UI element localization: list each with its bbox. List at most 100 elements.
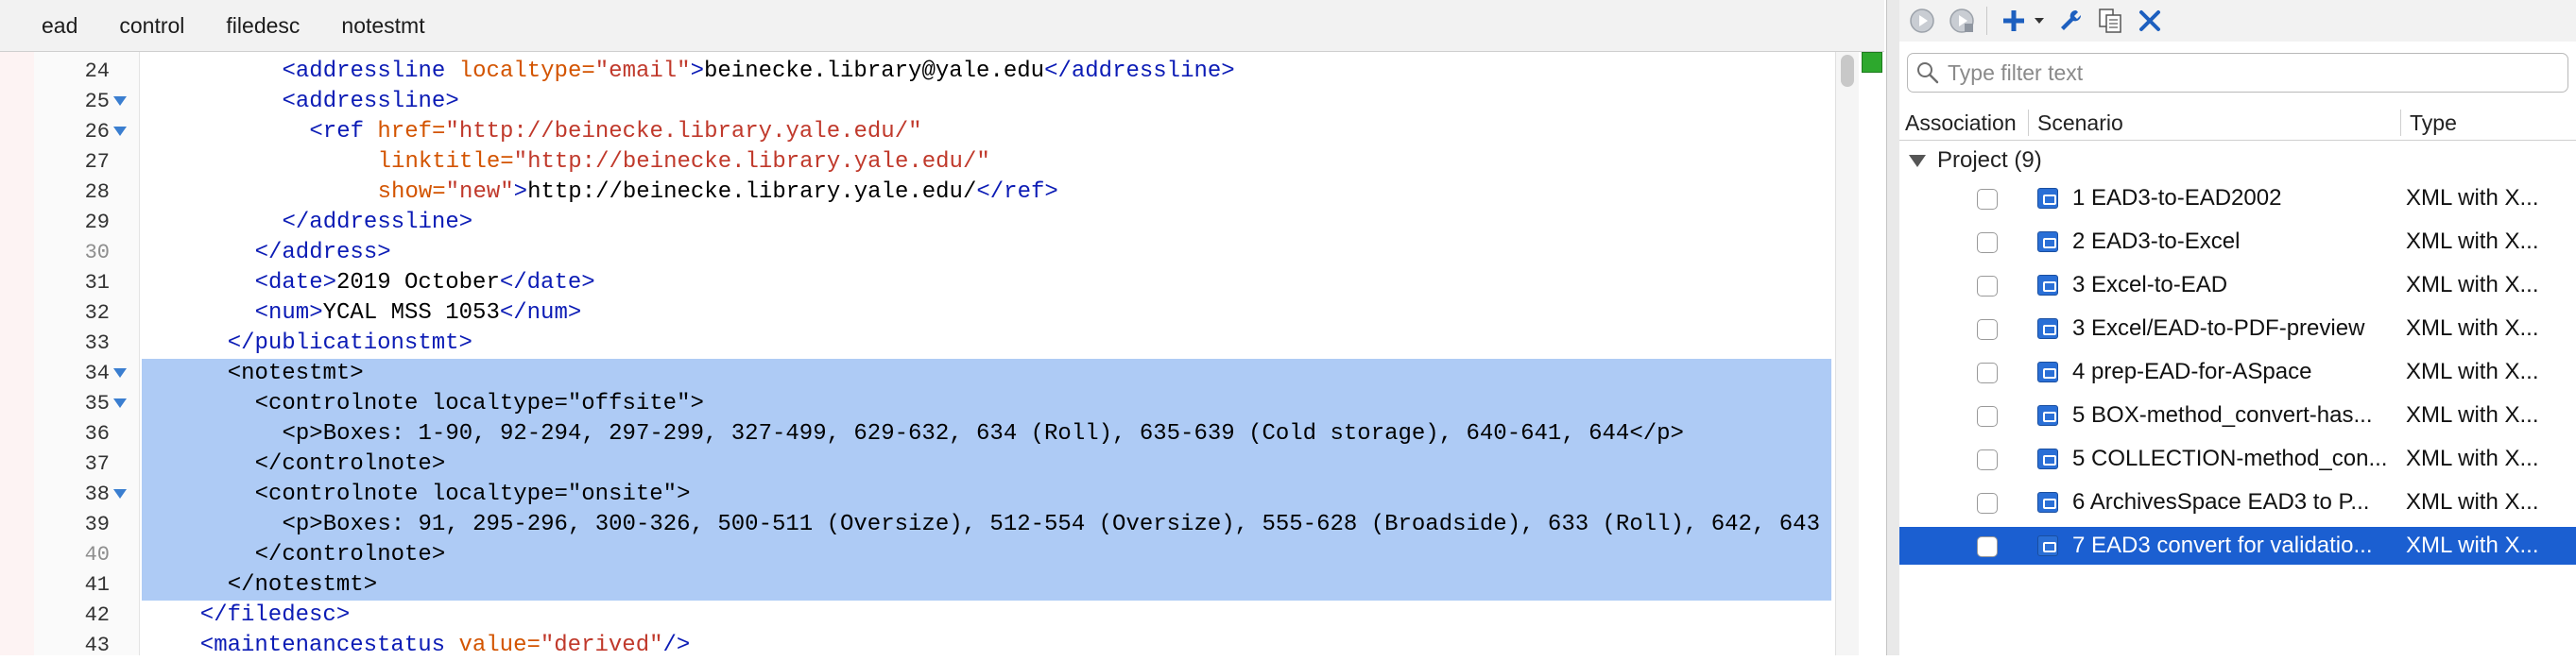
line-number: 35 — [84, 392, 110, 415]
code-line[interactable]: 33 </publicationstmt> — [0, 329, 1833, 359]
scenario-row[interactable]: 4 prep-EAD-for-ASpace XML with X... — [1899, 353, 2576, 391]
code-line[interactable]: 43 <maintenancestatus value="derived"/> — [0, 631, 1833, 661]
code-line[interactable]: 25 <addressline> — [0, 87, 1833, 117]
code-area[interactable]: 24 <addressline localtype="email">beineck… — [0, 52, 1886, 658]
association-checkbox[interactable] — [1977, 319, 1998, 340]
scenario-row[interactable]: 7 EAD3 convert for validatio... XML with … — [1899, 527, 2576, 565]
code-line[interactable]: 38 <controlnote localtype="onsite"> — [0, 480, 1833, 510]
association-checkbox[interactable] — [1977, 363, 1998, 383]
scenario-row[interactable]: 3 Excel/EAD-to-PDF-preview XML with X... — [1899, 310, 2576, 347]
code-line[interactable]: 30 </address> — [0, 238, 1833, 268]
debug-play-icon — [1949, 8, 1974, 33]
filter-field[interactable] — [1907, 53, 2568, 93]
filter-input[interactable] — [1946, 59, 2554, 87]
breadcrumb-item-ead[interactable]: ead — [42, 13, 77, 39]
code-token: <addressline> — [282, 89, 459, 114]
code-line[interactable]: 27 linktitle="http://beinecke.library.yal… — [0, 147, 1833, 178]
code-token: <date> — [254, 270, 337, 296]
editor-vertical-scrollbar[interactable] — [1835, 52, 1859, 655]
close-icon — [2139, 10, 2160, 31]
fold-toggle-icon[interactable] — [113, 96, 127, 106]
debug-scenario-button[interactable] — [1945, 4, 1979, 38]
code-token: </controlnote> — [254, 451, 446, 477]
scenario-row[interactable]: 1 EAD3-to-EAD2002 XML with X... — [1899, 179, 2576, 217]
fold-toggle-icon[interactable] — [113, 489, 127, 499]
remove-scenario-button[interactable] — [2133, 4, 2167, 38]
code-line[interactable]: 37 </controlnote> — [0, 449, 1833, 480]
association-checkbox[interactable] — [1977, 493, 1998, 514]
project-group-row[interactable]: Project (9) — [1899, 144, 2576, 178]
expand-triangle-icon[interactable] — [1909, 155, 1926, 167]
breadcrumb-item-control[interactable]: control — [119, 13, 184, 39]
breadcrumb-item-filedesc[interactable]: filedesc — [226, 13, 300, 39]
code-line[interactable]: 32 <num>YCAL MSS 1053</num> — [0, 298, 1833, 329]
xml-scenario-icon — [2037, 318, 2058, 339]
code-token: > — [690, 59, 704, 84]
code-line[interactable]: 24 <addressline localtype="email">beineck… — [0, 57, 1833, 87]
code-line[interactable]: 39 <p>Boxes: 91, 295-296, 300-326, 500-51… — [0, 510, 1833, 540]
fold-toggle-icon[interactable] — [113, 127, 127, 136]
code-token: </controlnote> — [254, 542, 446, 568]
scenario-row[interactable]: 6 ArchivesSpace EAD3 to P... XML with X..… — [1899, 483, 2576, 521]
code-token: > — [513, 179, 528, 205]
xml-scenario-icon — [2037, 231, 2058, 252]
column-divider[interactable] — [2028, 110, 2029, 136]
breadcrumb-item-notestmt[interactable]: notestmt — [341, 13, 424, 39]
code-token: show= — [377, 179, 446, 205]
line-number: 38 — [84, 483, 110, 506]
validation-status-icon[interactable] — [1862, 52, 1882, 73]
scenario-table-header: Association Scenario Type — [1899, 106, 2576, 141]
code-line[interactable]: 34 <notestmt> — [0, 359, 1833, 389]
fold-toggle-icon[interactable] — [113, 398, 127, 408]
code-line[interactable]: 41 </notestmt> — [0, 570, 1833, 601]
play-icon — [1910, 8, 1934, 33]
scenario-row[interactable]: 2 EAD3-to-Excel XML with X... — [1899, 223, 2576, 261]
new-scenario-button[interactable] — [1997, 4, 2031, 38]
duplicate-scenario-button[interactable] — [2093, 4, 2127, 38]
column-divider[interactable] — [2400, 110, 2401, 136]
code-token: </addressline> — [1044, 59, 1235, 84]
toolbar-separator — [1986, 7, 1987, 35]
code-line[interactable]: 28 show="new">http://beinecke.library.yal… — [0, 178, 1833, 208]
code-line[interactable]: 26 <ref href="http://beinecke.library.yal… — [0, 117, 1833, 147]
scenario-row[interactable]: 5 BOX-method_convert-has... XML with X... — [1899, 397, 2576, 434]
breadcrumb: ead control filedesc notestmt — [0, 0, 1884, 52]
code-token: </date> — [499, 270, 595, 296]
scenario-type: XML with X... — [2406, 229, 2539, 254]
column-header-type[interactable]: Type — [2404, 106, 2565, 140]
fold-toggle-icon[interactable] — [113, 368, 127, 378]
scenario-type: XML with X... — [2406, 359, 2539, 384]
xml-scenario-icon — [2037, 362, 2058, 382]
code-token: "http://beinecke.library.yale.edu/" — [445, 119, 922, 144]
code-line[interactable]: 35 <controlnote localtype="offsite"> — [0, 389, 1833, 419]
scrollbar-thumb[interactable] — [1841, 55, 1854, 87]
line-number: 43 — [84, 634, 110, 657]
association-checkbox[interactable] — [1977, 449, 1998, 470]
column-header-association[interactable]: Association — [1899, 106, 2028, 140]
code-token: "email" — [594, 59, 691, 84]
code-line[interactable]: 36 <p>Boxes: 1-90, 92-294, 297-299, 327-4… — [0, 419, 1833, 449]
code-token: http://beinecke.library.yale.edu/ — [527, 179, 977, 205]
selection-highlight — [142, 570, 1831, 601]
scenario-row[interactable]: 5 COLLECTION-method_con... XML with X... — [1899, 440, 2576, 478]
code-token: </addressline> — [282, 210, 473, 235]
apply-scenario-button[interactable] — [1905, 4, 1939, 38]
code-line[interactable]: 42 </filedesc> — [0, 601, 1833, 631]
association-checkbox[interactable] — [1977, 536, 1998, 557]
edit-scenario-button[interactable] — [2053, 4, 2087, 38]
scenario-name: 1 EAD3-to-EAD2002 — [2072, 185, 2282, 211]
association-checkbox[interactable] — [1977, 276, 1998, 297]
new-scenario-dropdown[interactable] — [2031, 4, 2048, 38]
scenario-row[interactable]: 3 Excel-to-EAD XML with X... — [1899, 266, 2576, 304]
column-header-scenario[interactable]: Scenario — [2032, 106, 2400, 140]
code-line[interactable]: 31 <date>2019 October</date> — [0, 268, 1833, 298]
code-token: href= — [377, 119, 446, 144]
association-checkbox[interactable] — [1977, 189, 1998, 210]
association-checkbox[interactable] — [1977, 406, 1998, 427]
code-line[interactable]: 29 </addressline> — [0, 208, 1833, 238]
association-checkbox[interactable] — [1977, 232, 1998, 253]
code-text: <notestmt> — [228, 359, 364, 389]
code-text: <p>Boxes: 91, 295-296, 300-326, 500-511 … — [283, 510, 1820, 540]
code-line[interactable]: 40 </controlnote> — [0, 540, 1833, 570]
line-number: 36 — [84, 422, 110, 446]
